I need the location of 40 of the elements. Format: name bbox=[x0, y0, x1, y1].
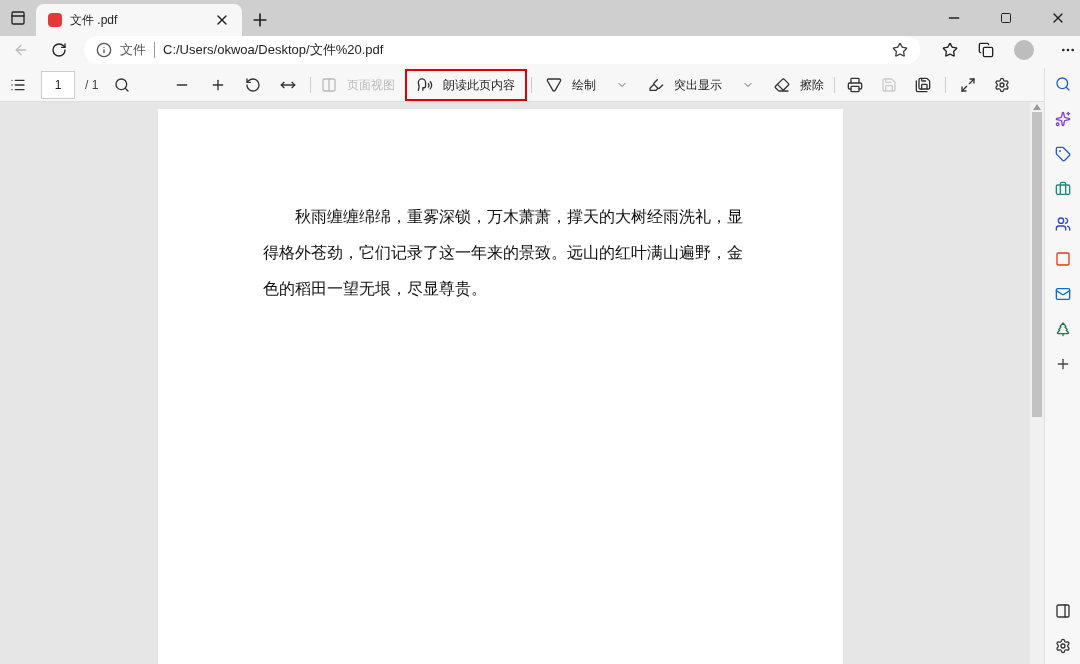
settings-icon[interactable] bbox=[1054, 638, 1071, 654]
page-view-icon bbox=[321, 76, 338, 93]
mail-icon[interactable] bbox=[1054, 286, 1071, 302]
briefcase-icon[interactable] bbox=[1054, 181, 1071, 197]
people-icon[interactable] bbox=[1054, 216, 1071, 232]
address-bar[interactable]: 文件 C:/Users/okwoa/Desktop/文件%20.pdf bbox=[84, 36, 920, 64]
read-aloud-tool[interactable]: 朗读此页内容 bbox=[405, 68, 528, 101]
page-total: / 1 bbox=[85, 76, 99, 94]
info-icon bbox=[96, 42, 112, 58]
favorites-icon[interactable] bbox=[942, 42, 958, 58]
document-paragraph: 秋雨缠缠绵绵，重雾深锁，万木萧萧，撑天的大树经雨洗礼，显得格外苍劲，它们记录了这一年来的景致。远山的红叶满山遍野，金色的稻田一望无垠，尽显尊贵。 bbox=[262, 206, 743, 300]
search-icon[interactable] bbox=[1054, 76, 1071, 92]
draw-tool[interactable]: 绘制 bbox=[536, 68, 639, 101]
fullscreen-icon[interactable] bbox=[960, 76, 977, 93]
page-number-field[interactable]: 1 bbox=[41, 70, 75, 99]
search-icon[interactable] bbox=[114, 76, 131, 93]
refresh-icon[interactable] bbox=[51, 42, 67, 58]
highlight-tool[interactable]: 突出显示 bbox=[638, 68, 765, 101]
collections-icon[interactable] bbox=[978, 42, 994, 58]
tab-actions-icon[interactable] bbox=[10, 10, 26, 26]
eraser-icon bbox=[774, 76, 791, 93]
browser-tab[interactable]: 文件 .pdf bbox=[36, 4, 242, 36]
url-text: C:/Users/okwoa/Desktop/文件%20.pdf bbox=[163, 41, 385, 60]
highlighter-icon bbox=[648, 76, 665, 93]
tab-title: 文件 .pdf bbox=[70, 12, 119, 29]
add-favorite-icon[interactable] bbox=[892, 42, 908, 58]
tree-icon[interactable] bbox=[1054, 321, 1071, 337]
sparkle-icon[interactable] bbox=[1054, 111, 1071, 127]
tag-icon[interactable] bbox=[1054, 146, 1071, 162]
hide-sidebar-icon[interactable] bbox=[1054, 603, 1071, 619]
maximize-icon[interactable] bbox=[1000, 12, 1012, 24]
pdf-file-icon bbox=[48, 13, 62, 27]
save-as-icon[interactable] bbox=[915, 76, 932, 93]
print-icon[interactable] bbox=[847, 76, 864, 93]
scrollbar[interactable] bbox=[1030, 102, 1044, 664]
settings-icon[interactable] bbox=[994, 76, 1011, 93]
read-aloud-icon bbox=[417, 76, 434, 93]
rotate-icon[interactable] bbox=[245, 76, 262, 93]
erase-tool[interactable]: 擦除 bbox=[764, 68, 835, 101]
security-label: 文件 bbox=[120, 41, 146, 60]
